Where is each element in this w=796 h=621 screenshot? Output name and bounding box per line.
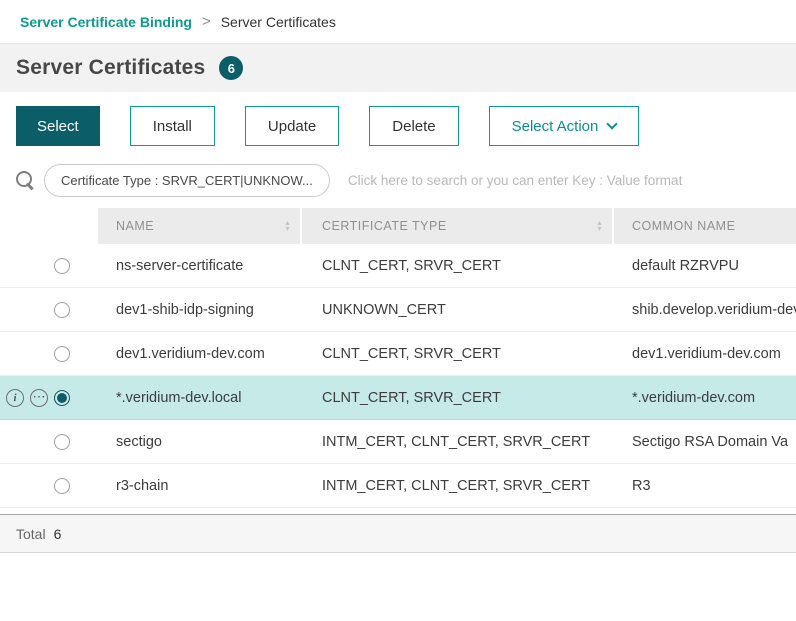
sort-icon[interactable] xyxy=(597,220,602,232)
chevron-down-icon xyxy=(607,118,618,129)
table-footer: Total 6 xyxy=(0,515,796,553)
cell-name: r3-chain xyxy=(98,464,300,507)
table-row-selected: *.veridium-dev.local CLNT_CERT, SRVR_CER… xyxy=(0,376,796,420)
row-radio-button[interactable] xyxy=(54,302,70,318)
table-header-select-column xyxy=(0,208,96,244)
total-value: 6 xyxy=(54,526,62,542)
cell-name: dev1.veridium-dev.com xyxy=(98,332,300,375)
breadcrumb-link-server-certificate-binding[interactable]: Server Certificate Binding xyxy=(20,14,192,30)
breadcrumb: Server Certificate Binding > Server Cert… xyxy=(0,0,796,44)
row-radio-button[interactable] xyxy=(54,478,70,494)
cell-certificate-type: UNKNOWN_CERT xyxy=(302,288,612,331)
sort-icon[interactable] xyxy=(285,220,290,232)
select-action-dropdown[interactable]: Select Action xyxy=(489,106,640,146)
cell-common-name: dev1.veridium-dev.com xyxy=(614,332,796,375)
table-row: r3-chain INTM_CERT, CLNT_CERT, SRVR_CERT… xyxy=(0,464,796,508)
table-header-common-name[interactable]: COMMON NAME xyxy=(614,208,796,244)
count-badge: 6 xyxy=(219,56,243,80)
table-row: dev1.veridium-dev.com CLNT_CERT, SRVR_CE… xyxy=(0,332,796,376)
cell-common-name: R3 xyxy=(614,464,796,507)
select-button[interactable]: Select xyxy=(16,106,100,146)
search-bar: Certificate Type : SRVR_CERT|UNKNOW... C… xyxy=(0,158,796,202)
table-row: ns-server-certificate CLNT_CERT, SRVR_CE… xyxy=(0,244,796,288)
cell-name: ns-server-certificate xyxy=(98,244,300,287)
cell-name: dev1-shib-idp-signing xyxy=(98,288,300,331)
delete-button[interactable]: Delete xyxy=(369,106,458,146)
filter-chip-certificate-type[interactable]: Certificate Type : SRVR_CERT|UNKNOW... xyxy=(44,164,330,197)
page-title: Server Certificates xyxy=(16,56,205,80)
install-button[interactable]: Install xyxy=(130,106,215,146)
cell-certificate-type: CLNT_CERT, SRVR_CERT xyxy=(302,332,612,375)
cell-certificate-type: CLNT_CERT, SRVR_CERT xyxy=(302,244,612,287)
table-header-certificate-type[interactable]: CERTIFICATE TYPE xyxy=(302,208,612,244)
cell-name: sectigo xyxy=(98,420,300,463)
table-row: dev1-shib-idp-signing UNKNOWN_CERT shib.… xyxy=(0,288,796,332)
row-radio-button-checked[interactable] xyxy=(54,390,70,406)
table-row: sectigo INTM_CERT, CLNT_CERT, SRVR_CERT … xyxy=(0,420,796,464)
update-button[interactable]: Update xyxy=(245,106,339,146)
select-action-label: Select Action xyxy=(512,118,599,135)
row-radio-button[interactable] xyxy=(54,434,70,450)
breadcrumb-current: Server Certificates xyxy=(221,14,336,30)
table-header-row: NAME CERTIFICATE TYPE COMMON NAME xyxy=(0,208,796,244)
cell-name: *.veridium-dev.local xyxy=(98,376,300,419)
toolbar: Select Install Update Delete Select Acti… xyxy=(16,106,780,146)
cell-certificate-type: CLNT_CERT, SRVR_CERT xyxy=(302,376,612,419)
cell-common-name: Sectigo RSA Domain Va xyxy=(614,420,796,463)
cell-common-name: default RZRVPU xyxy=(614,244,796,287)
search-icon xyxy=(16,171,34,189)
info-icon[interactable] xyxy=(6,389,24,407)
cell-certificate-type: INTM_CERT, CLNT_CERT, SRVR_CERT xyxy=(302,464,612,507)
row-radio-button[interactable] xyxy=(54,258,70,274)
breadcrumb-separator: > xyxy=(202,13,211,30)
search-input[interactable]: Click here to search or you can enter Ke… xyxy=(348,173,784,188)
total-label: Total xyxy=(16,526,46,542)
cell-certificate-type: INTM_CERT, CLNT_CERT, SRVR_CERT xyxy=(302,420,612,463)
cell-common-name: shib.develop.veridium-dev xyxy=(614,288,796,331)
row-radio-button[interactable] xyxy=(54,346,70,362)
ellipsis-icon[interactable] xyxy=(30,389,48,407)
title-band: Server Certificates 6 xyxy=(0,44,796,92)
cell-common-name: *.veridium-dev.com xyxy=(614,376,796,419)
table-header-name[interactable]: NAME xyxy=(98,208,300,244)
certificates-table: NAME CERTIFICATE TYPE COMMON NAME ns-ser… xyxy=(0,208,796,508)
